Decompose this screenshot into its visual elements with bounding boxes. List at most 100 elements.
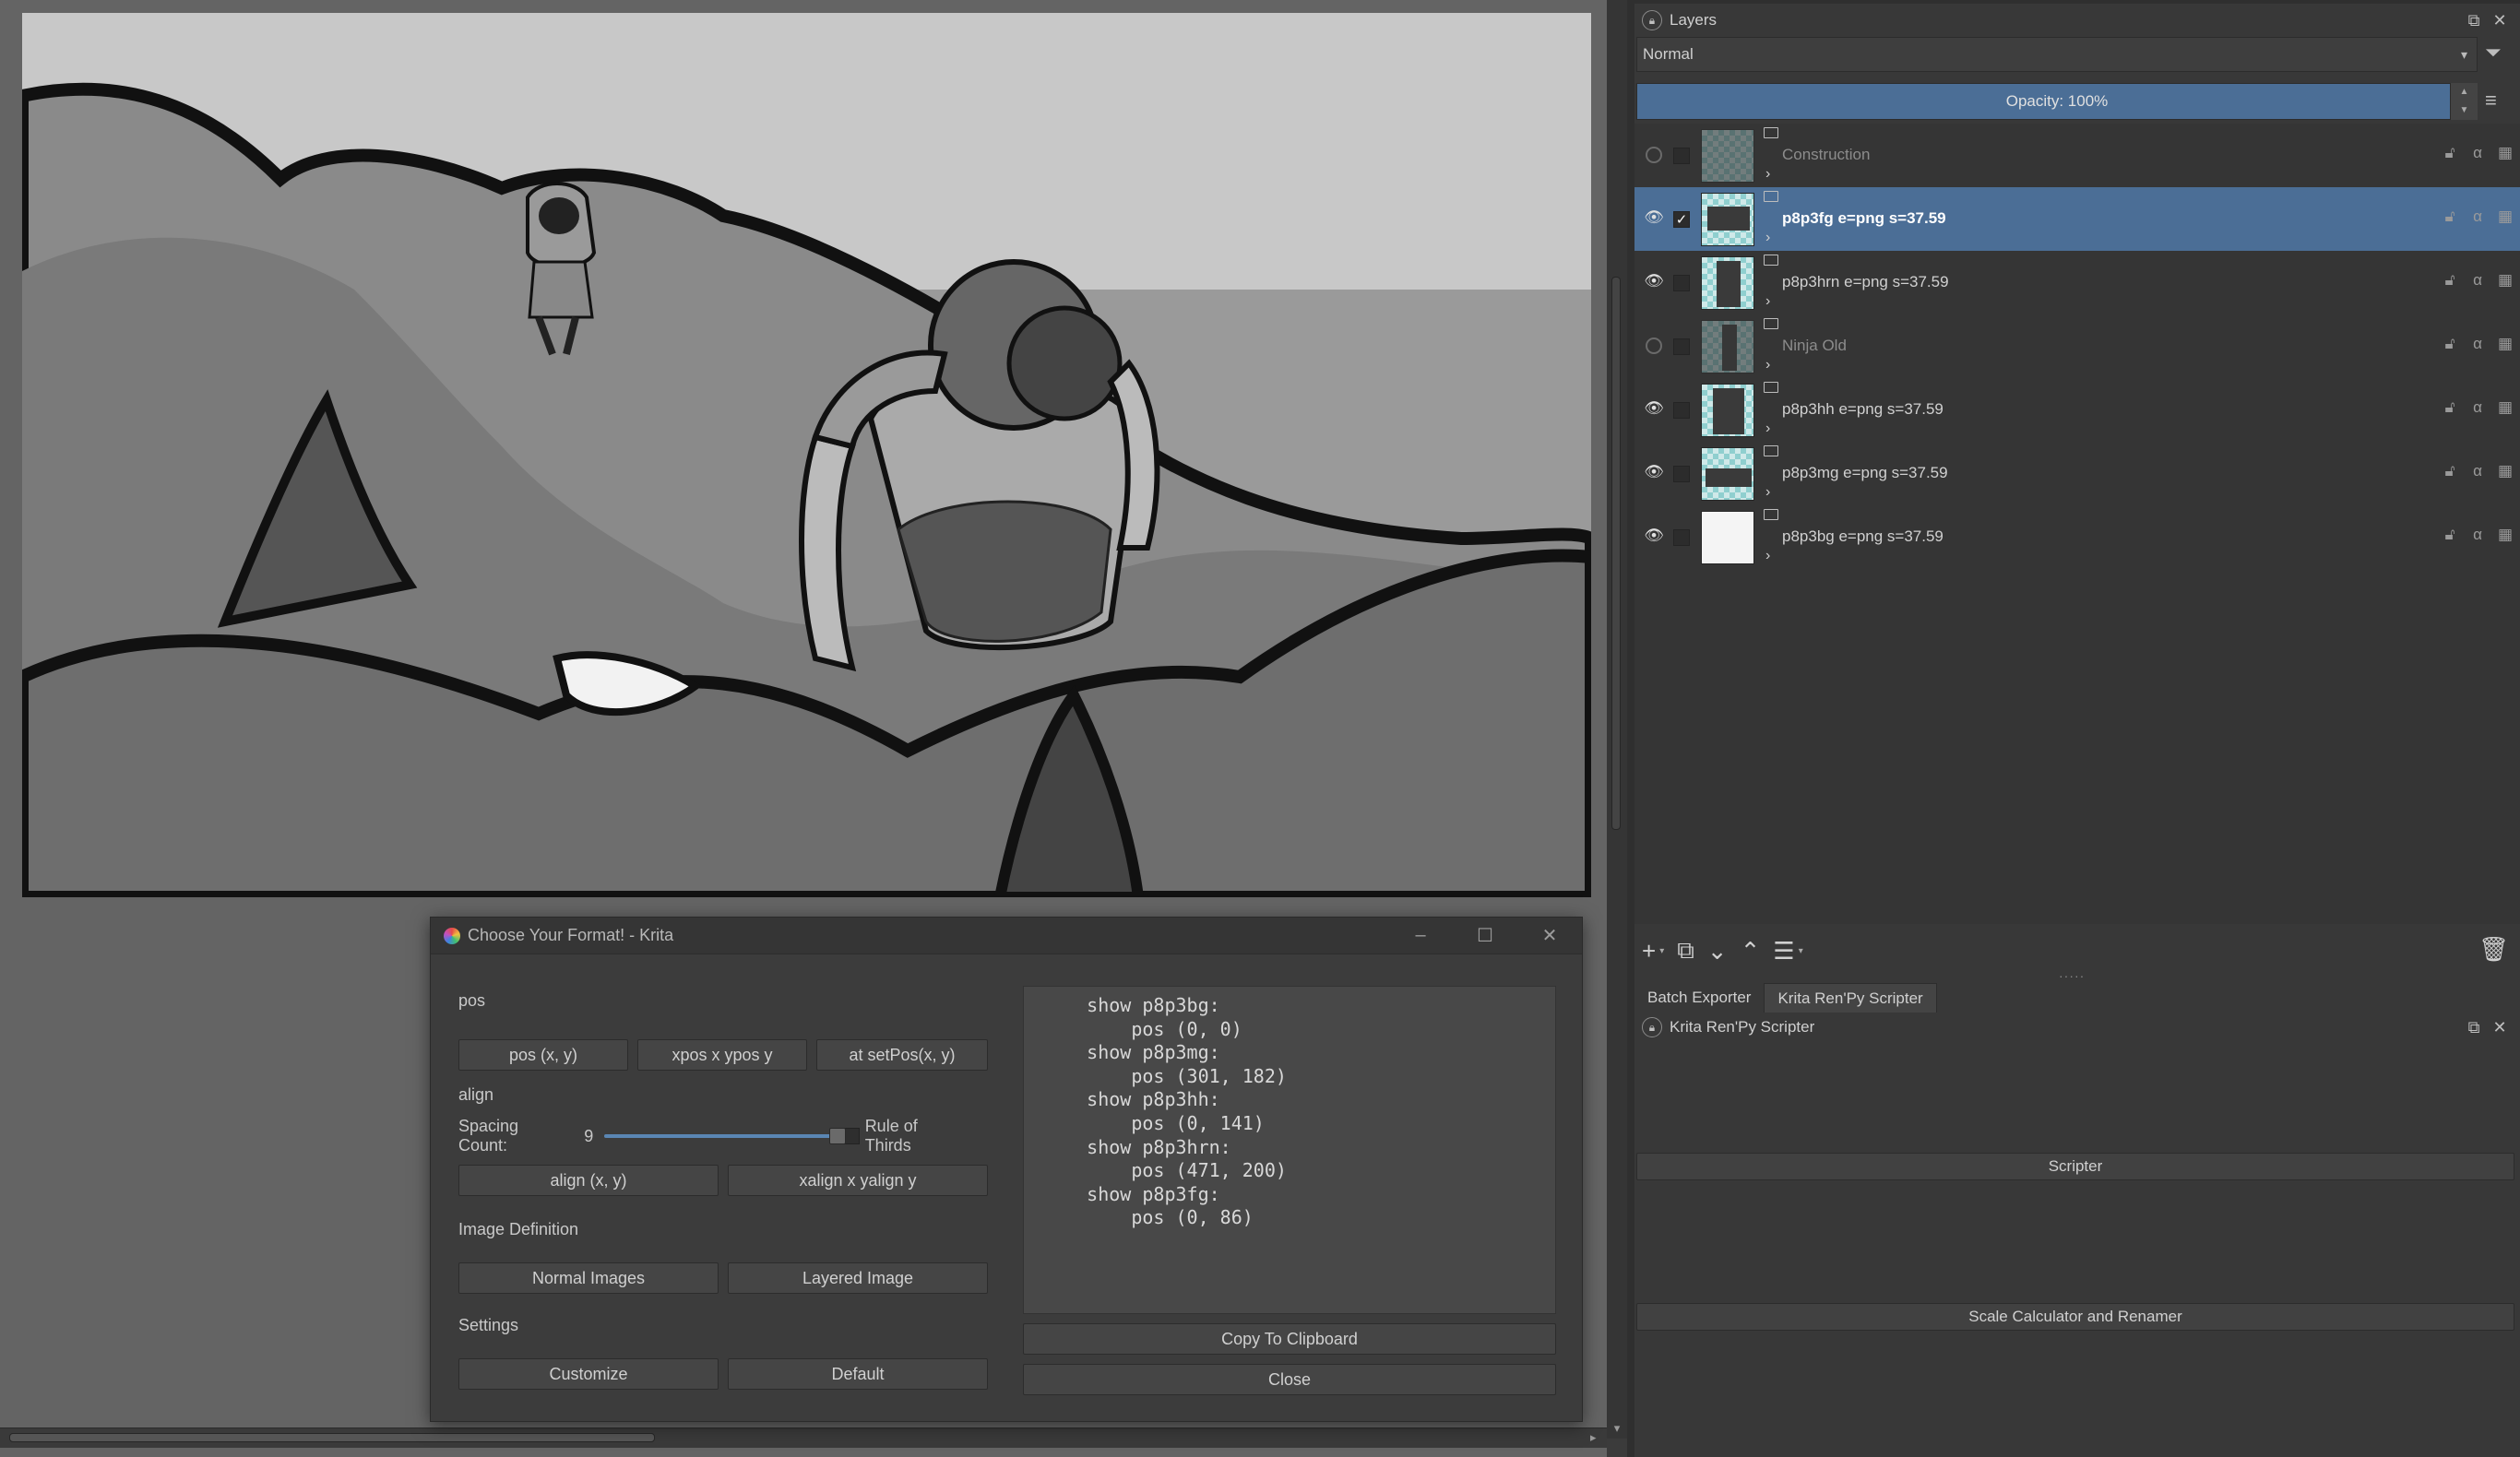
opacity-slider[interactable]: Opacity: 100%	[1636, 83, 2478, 120]
chevron-right-icon[interactable]: ›	[1765, 293, 1770, 310]
filter-icon[interactable]: ⏷	[2485, 41, 2513, 68]
eye-icon[interactable]: 👁︎	[1644, 398, 1664, 419]
layer-row[interactable]: 👁︎ › p8p3hrn e=png s=37.59 🔓︎ α ▦	[1634, 251, 2520, 314]
canvas-artwork[interactable]	[22, 13, 1591, 897]
alpha-lock-icon[interactable]: α	[2468, 335, 2487, 353]
layer-name[interactable]: p8p3fg e=png s=37.59	[1782, 209, 1946, 228]
layer-list[interactable]: › Construction 🔓︎ α ▦ 👁︎ ✓ › p8p3fg e=png s=37.5…	[1634, 124, 2520, 924]
spacing-count-slider[interactable]	[603, 1122, 846, 1150]
chevron-right-icon[interactable]: ›	[1765, 421, 1770, 437]
chevron-right-icon[interactable]: ›	[1765, 484, 1770, 501]
scroll-right-arrow-icon[interactable]: ▸	[1590, 1431, 1603, 1444]
alpha-lock-icon[interactable]: α	[2468, 271, 2487, 290]
alpha-lock-icon[interactable]: α	[2468, 526, 2487, 544]
layer-select-checkbox[interactable]	[1673, 148, 1690, 164]
chevron-right-icon[interactable]: ›	[1765, 548, 1770, 564]
eye-icon[interactable]: 👁︎	[1644, 207, 1664, 228]
normal-images-button[interactable]: Normal Images	[458, 1262, 719, 1294]
canvas-horizontal-scroll-thumb[interactable]	[9, 1433, 655, 1442]
panel-splitter[interactable]	[1627, 0, 1634, 1457]
eye-icon[interactable]: 👁︎	[1644, 462, 1664, 482]
opacity-spinner[interactable]: ▲ ▼	[2450, 83, 2478, 120]
add-layer-icon[interactable]: +	[1642, 937, 1656, 965]
chevron-right-icon[interactable]: ›	[1765, 357, 1770, 373]
close-docker-icon[interactable]: ✕	[2490, 1018, 2509, 1036]
layer-row[interactable]: 👁︎ ✓ › p8p3fg e=png s=37.59 🔓︎ α ▦	[1634, 187, 2520, 251]
customize-button[interactable]: Customize	[458, 1358, 719, 1390]
unlock-icon[interactable]: 🔓︎	[2441, 335, 2459, 353]
alpha-lock-icon[interactable]: α	[2468, 144, 2487, 162]
scroll-down-arrow-icon[interactable]: ▾	[1611, 1422, 1623, 1435]
layer-row[interactable]: › Construction 🔓︎ α ▦	[1634, 124, 2520, 187]
canvas-vertical-scrollbar[interactable]: ▾	[1607, 0, 1627, 1439]
docker-resize-grip[interactable]: ·····	[2059, 968, 2085, 983]
at-setpos-button[interactable]: at setPos(x, y)	[816, 1039, 988, 1071]
lock-icon[interactable]: 🔒︎	[1642, 1017, 1662, 1037]
float-docker-icon[interactable]: ⧉	[2465, 1018, 2483, 1036]
menu-icon[interactable]: ≡	[2485, 89, 2513, 116]
xalign-yalign-button[interactable]: xalign x yalign y	[728, 1165, 988, 1196]
inherit-alpha-icon[interactable]: ▦	[2496, 462, 2514, 480]
delete-layer-icon[interactable]: 🗑︎	[2478, 935, 2509, 964]
add-layer-dropdown-icon[interactable]: ▾	[1659, 946, 1664, 956]
unlock-icon[interactable]: 🔓︎	[2441, 462, 2459, 480]
chevron-right-icon[interactable]: ›	[1765, 230, 1770, 246]
layer-name[interactable]: Ninja Old	[1782, 337, 1847, 355]
alpha-lock-icon[interactable]: α	[2468, 207, 2487, 226]
eye-icon[interactable]: 👁︎	[1644, 526, 1664, 546]
close-window-button[interactable]: ✕	[1517, 918, 1582, 954]
default-button[interactable]: Default	[728, 1358, 988, 1390]
layer-name[interactable]: Construction	[1782, 146, 1870, 164]
rule-of-thirds-label[interactable]: Rule of Thirds	[865, 1117, 964, 1155]
scripter-button[interactable]: Scripter	[1636, 1153, 2514, 1180]
maximize-button[interactable]: ☐	[1453, 918, 1517, 954]
inherit-alpha-icon[interactable]: ▦	[2496, 526, 2514, 544]
close-button[interactable]: Close	[1023, 1364, 1556, 1395]
hidden-eye-icon[interactable]	[1646, 147, 1662, 163]
copy-to-clipboard-button[interactable]: Copy To Clipboard	[1023, 1323, 1556, 1355]
move-layer-down-icon[interactable]: ⌄	[1707, 937, 1728, 965]
inherit-alpha-icon[interactable]: ▦	[2496, 271, 2514, 290]
inherit-alpha-icon[interactable]: ▦	[2496, 144, 2514, 162]
layer-properties-icon[interactable]: ☰	[1773, 937, 1794, 965]
canvas-horizontal-scrollbar[interactable]: ▸	[0, 1427, 1607, 1448]
duplicate-layer-icon[interactable]: ⧉	[1677, 936, 1694, 965]
hidden-eye-icon[interactable]	[1646, 338, 1662, 354]
rule-of-thirds-checkbox[interactable]	[843, 1128, 860, 1144]
unlock-icon[interactable]: 🔓︎	[2441, 526, 2459, 544]
layer-select-checkbox[interactable]: ✓	[1673, 211, 1690, 228]
align-xy-button[interactable]: align (x, y)	[458, 1165, 719, 1196]
layer-properties-dropdown-icon[interactable]: ▾	[1799, 946, 1803, 956]
move-layer-up-icon[interactable]: ⌃	[1741, 937, 1761, 965]
layer-select-checkbox[interactable]	[1673, 338, 1690, 355]
tab-renpy-scripter[interactable]: Krita Ren'Py Scripter	[1764, 983, 1937, 1013]
alpha-lock-icon[interactable]: α	[2468, 462, 2487, 480]
layer-name[interactable]: p8p3mg e=png s=37.59	[1782, 464, 1948, 482]
unlock-icon[interactable]: 🔓︎	[2441, 271, 2459, 290]
inherit-alpha-icon[interactable]: ▦	[2496, 207, 2514, 226]
dialog-titlebar[interactable]: Choose Your Format! - Krita – ☐ ✕	[431, 918, 1582, 954]
layer-row[interactable]: › Ninja Old 🔓︎ α ▦	[1634, 314, 2520, 378]
inherit-alpha-icon[interactable]: ▦	[2496, 335, 2514, 353]
alpha-lock-icon[interactable]: α	[2468, 398, 2487, 417]
layer-name[interactable]: p8p3hh e=png s=37.59	[1782, 400, 1943, 419]
code-output-box[interactable]: show p8p3bg: pos (0, 0) show p8p3mg: pos…	[1023, 986, 1556, 1314]
layered-image-button[interactable]: Layered Image	[728, 1262, 988, 1294]
unlock-icon[interactable]: 🔓︎	[2441, 207, 2459, 226]
eye-icon[interactable]: 👁︎	[1644, 271, 1664, 291]
close-docker-icon[interactable]: ✕	[2490, 11, 2509, 30]
scripter-docker-titlebar[interactable]: 🔒︎ Krita Ren'Py Scripter	[1634, 1013, 2520, 1042]
slider-handle[interactable]	[828, 1128, 846, 1144]
inherit-alpha-icon[interactable]: ▦	[2496, 398, 2514, 417]
layer-row[interactable]: 👁︎ › p8p3mg e=png s=37.59 🔓︎ α ▦	[1634, 442, 2520, 505]
layer-row[interactable]: 👁︎ › p8p3bg e=png s=37.59 🔓︎ α ▦	[1634, 505, 2520, 569]
minimize-button[interactable]: –	[1388, 918, 1453, 954]
chevron-right-icon[interactable]: ›	[1765, 166, 1770, 183]
float-docker-icon[interactable]: ⧉	[2465, 11, 2483, 30]
unlock-icon[interactable]: 🔓︎	[2441, 144, 2459, 162]
scale-calculator-button[interactable]: Scale Calculator and Renamer	[1636, 1303, 2514, 1331]
layer-name[interactable]: p8p3hrn e=png s=37.59	[1782, 273, 1949, 291]
layer-select-checkbox[interactable]	[1673, 402, 1690, 419]
xpos-ypos-button[interactable]: xpos x ypos y	[637, 1039, 807, 1071]
tab-batch-exporter[interactable]: Batch Exporter	[1634, 983, 1765, 1013]
